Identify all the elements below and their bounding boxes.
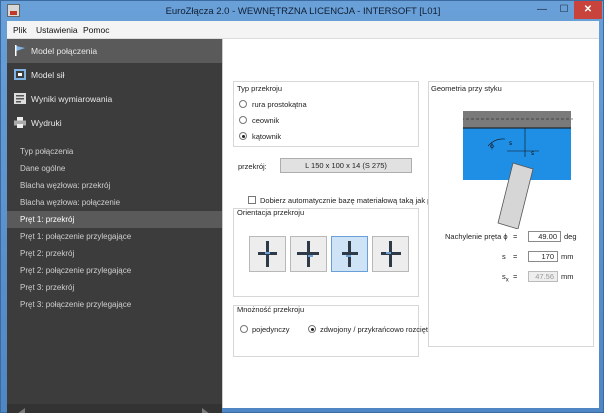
forces-icon — [14, 69, 26, 80]
sub-item-bar1-connection[interactable]: Pręt 1: połączenie przylegające — [7, 228, 222, 245]
equals-sign: = — [513, 272, 518, 281]
radio-label: pojedynczy — [252, 325, 290, 334]
angle-orientation-icon — [297, 241, 319, 267]
menu-bar: Plik Ustawienia Pomoc — [7, 21, 599, 39]
geometry-title: Geometria przy styku — [431, 84, 502, 93]
menu-settings[interactable]: Ustawienia — [36, 25, 78, 35]
orientation-button-2[interactable] — [290, 236, 327, 272]
radio-label: ceownik — [252, 116, 280, 125]
client-area: Plik Ustawienia Pomoc Model połączenia M… — [7, 21, 599, 413]
radio-angle[interactable] — [239, 132, 247, 140]
nav-printouts[interactable]: Wydruki — [7, 111, 222, 135]
printer-icon — [14, 117, 26, 128]
nav-label: Model sił — [31, 70, 65, 80]
sub-item-gusset-connection[interactable]: Blacha węzłowa: połączenie — [7, 194, 222, 211]
s-label: s — [502, 252, 506, 261]
minimize-button[interactable]: — — [531, 1, 553, 19]
title-bar[interactable]: EuroZłącza 2.0 - WEWNĘTRZNA LICENCJA - I… — [1, 1, 604, 21]
window-title: EuroZłącza 2.0 - WEWNĘTRZNA LICENCJA - I… — [165, 6, 441, 17]
sub-item-label: Pręt 2: połączenie przylegające — [20, 266, 132, 275]
nav-connection-model[interactable]: Model połączenia — [7, 39, 222, 63]
next-arrow-icon[interactable] — [202, 408, 210, 413]
radio-doubled[interactable] — [308, 325, 316, 333]
sub-item-bar3-section[interactable]: Pręt 3: przekrój — [7, 279, 222, 296]
orientation-button-4[interactable] — [372, 236, 409, 272]
sub-item-connection-type[interactable]: Typ połączenia — [7, 143, 222, 160]
sub-item-label: Typ połączenia — [20, 147, 74, 156]
sub-item-label: Blacha węzłowa: przekrój — [20, 181, 111, 190]
section-select-button[interactable]: L 150 x 100 x 14 (S 275) — [280, 158, 412, 173]
radio-channel[interactable] — [239, 116, 247, 124]
radio-single[interactable] — [240, 325, 248, 333]
results-icon — [14, 93, 26, 104]
radio-label: zdwojony / przykrańcowo rozcięty — [320, 325, 432, 334]
sub-item-general-data[interactable]: Dane ogólne — [7, 160, 222, 177]
multiplicity-title: Mnożność przekroju — [237, 305, 305, 314]
sub-item-bar2-section[interactable]: Pręt 2: przekrój — [7, 245, 222, 262]
main-panel: Typ przekroju rura prostokątna ceownik k… — [222, 39, 599, 408]
orientation-button-3[interactable] — [331, 236, 368, 272]
sidebar-footer — [7, 404, 222, 413]
inclination-input[interactable]: 49.00 — [528, 231, 561, 242]
unit-label: mm — [561, 252, 574, 261]
sub-item-label: Pręt 2: przekrój — [20, 249, 75, 258]
unit-label: deg — [564, 232, 577, 241]
unit-label: mm — [561, 272, 574, 281]
sx-subscript: x — [505, 277, 509, 284]
flag-icon — [15, 45, 25, 56]
nav-label: Wydruki — [31, 118, 62, 128]
radio-label: rura prostokątna — [252, 100, 307, 109]
sub-item-label: Pręt 3: przekrój — [20, 283, 75, 292]
radio-rectangular-tube[interactable] — [239, 100, 247, 108]
sub-item-label: Pręt 1: połączenie przylegające — [20, 232, 132, 241]
app-window: EuroZłącza 2.0 - WEWNĘTRZNA LICENCJA - I… — [0, 0, 604, 413]
sidebar: Model połączenia Model sił Wyniki wymiar… — [7, 39, 222, 413]
svg-text:s: s — [509, 140, 512, 147]
section-type-title: Typ przekroju — [237, 84, 283, 93]
section-label: przekrój: — [238, 162, 267, 171]
auto-material-label: Dobierz automatycznie bazę materiałową t… — [260, 196, 444, 205]
s-input[interactable]: 170 — [528, 251, 558, 262]
equals-sign: = — [513, 232, 518, 241]
inclination-label: Nachylenie pręta ϕ — [445, 232, 508, 241]
sub-item-label: Blacha węzłowa: połączenie — [20, 198, 121, 207]
close-button[interactable]: ✕ — [574, 1, 602, 19]
nav-label: Wyniki wymiarowania — [31, 94, 113, 104]
sub-item-label: Pręt 3: połączenie przylegające — [20, 300, 132, 309]
previous-arrow-icon[interactable] — [17, 408, 25, 413]
sub-item-bar1-section[interactable]: Pręt 1: przekrój — [7, 211, 222, 228]
menu-help[interactable]: Pomoc — [83, 25, 109, 35]
menu-file[interactable]: Plik — [13, 25, 27, 35]
angle-orientation-icon — [342, 241, 358, 267]
maximize-button[interactable]: ☐ — [553, 1, 575, 19]
sx-readonly-field: 47.56 — [528, 271, 558, 282]
angle-orientation-icon — [258, 241, 277, 267]
angle-orientation-icon — [381, 241, 401, 267]
equals-sign: = — [513, 252, 518, 261]
auto-material-checkbox[interactable] — [248, 196, 256, 204]
svg-text:s: s — [531, 150, 534, 157]
orientation-title: Orientacja przekroju — [237, 208, 305, 217]
orientation-button-1[interactable] — [249, 236, 286, 272]
sub-item-bar2-connection[interactable]: Pręt 2: połączenie przylegające — [7, 262, 222, 279]
nav-design-results[interactable]: Wyniki wymiarowania — [7, 87, 222, 111]
sub-item-label: Pręt 1: przekrój — [20, 215, 75, 224]
sx-label: sx — [502, 272, 509, 284]
sub-item-label: Dane ogólne — [20, 164, 66, 173]
joint-geometry-diagram: ϕ s s — [463, 111, 573, 229]
svg-text:ϕ: ϕ — [490, 143, 494, 150]
sub-item-bar3-connection[interactable]: Pręt 3: połączenie przylegające — [7, 296, 222, 313]
sub-item-gusset-section[interactable]: Blacha węzłowa: przekrój — [7, 177, 222, 194]
nav-label: Model połączenia — [31, 46, 98, 56]
radio-label: kątownik — [252, 132, 282, 141]
nav-force-model[interactable]: Model sił — [7, 63, 222, 87]
